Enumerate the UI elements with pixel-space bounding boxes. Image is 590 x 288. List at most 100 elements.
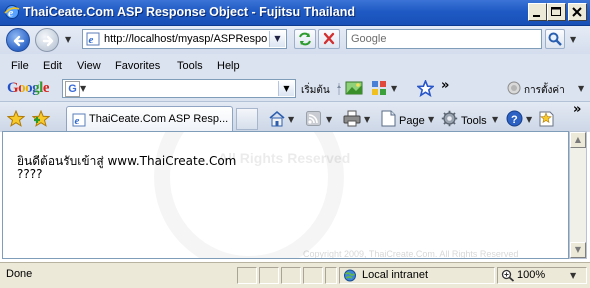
menu-tools[interactable]: Tools [177, 60, 203, 72]
home-dropdown[interactable]: ▼ [288, 115, 294, 124]
google-toolbar: Google G ▼ ▼ เริ่มต้น ▼ » การตั้งค่า ▼ [0, 76, 590, 101]
forward-button[interactable] [35, 28, 59, 52]
address-url[interactable]: http://localhost/myasp/ASPResponse.asp [104, 33, 268, 45]
maximize-icon [551, 7, 561, 16]
close-button[interactable] [568, 3, 587, 21]
zoom-magnifier-icon [501, 269, 515, 282]
zoom-level: 100% [517, 269, 546, 281]
refresh-button[interactable] [294, 29, 316, 49]
svg-text:e: e [89, 34, 94, 46]
svg-text:e: e [75, 115, 80, 127]
address-dropdown-icon[interactable]: ▼ [269, 31, 285, 47]
globe-icon [344, 269, 356, 282]
home-icon[interactable] [268, 110, 286, 127]
feeds-dropdown[interactable]: ▼ [326, 115, 332, 124]
google-history-dropdown[interactable]: ▼ [278, 81, 294, 96]
tab-page-icon: e [72, 113, 86, 127]
tab-bar: e ThaiCeate.Com ASP Resp... ▼ ▼ ▼ Page ▼… [0, 101, 590, 132]
settings-wrench-icon [507, 81, 521, 95]
menu-edit[interactable]: Edit [43, 60, 62, 72]
search-icon [548, 32, 562, 46]
page-menu-icon[interactable] [381, 110, 396, 127]
google-settings-dropdown[interactable]: ▼ [578, 84, 584, 93]
svg-text:?: ? [511, 114, 518, 126]
menu-view[interactable]: View [77, 60, 101, 72]
zoom-dropdown[interactable]: ▼ [570, 271, 576, 280]
navigation-bar: ▼ e http://localhost/myasp/ASPResponse.a… [0, 26, 590, 54]
status-cell-1 [237, 267, 257, 284]
image-search-icon[interactable] [345, 80, 363, 96]
vertical-scrollbar[interactable]: ▲ ▼ [569, 131, 587, 259]
page-menu-button[interactable]: Page [399, 115, 425, 127]
stop-x-icon [323, 32, 335, 45]
favorites-star-icon[interactable] [7, 110, 25, 127]
window-title: ThaiCeate.Com ASP Response Object - Fuji… [23, 5, 356, 19]
menu-favorites[interactable]: Favorites [115, 60, 160, 72]
minimize-button[interactable] [528, 3, 547, 21]
zoom-control[interactable]: 100% ▼ [497, 267, 587, 284]
forward-arrow-icon [42, 35, 54, 47]
address-bar[interactable]: e http://localhost/myasp/ASPResponse.asp… [82, 29, 287, 49]
toolbar-separator-icon [337, 83, 341, 95]
google-toolbar-more[interactable]: » [441, 78, 449, 93]
tools-menu-button[interactable]: Tools [461, 115, 487, 127]
refresh-icon [299, 32, 311, 46]
google-logo[interactable]: Google [7, 80, 50, 97]
search-options-dropdown[interactable]: ▼ [570, 35, 576, 44]
question-marks-text: ???? [17, 167, 43, 181]
help-dropdown[interactable]: ▼ [526, 115, 532, 124]
help-icon[interactable]: ? [506, 110, 523, 127]
scroll-down-button[interactable]: ▼ [570, 242, 586, 258]
maximize-button[interactable] [547, 3, 566, 21]
google-start-button[interactable]: เริ่มต้น [301, 83, 330, 98]
ie-logo-icon: e [4, 5, 20, 20]
back-button[interactable] [6, 28, 30, 52]
close-icon [572, 7, 582, 17]
status-text: Done [6, 268, 33, 280]
google-search-box[interactable]: G ▼ ▼ [62, 79, 296, 98]
page-content[interactable]: All Rights Reserved ยินดีต้อนรับเข้าสู่ … [2, 131, 569, 259]
watermark-copyright: Copyright 2009, ThaiCreate.Com. All Righ… [303, 249, 519, 259]
menu-file[interactable]: File [11, 60, 29, 72]
page-icon: e [86, 32, 100, 46]
back-arrow-icon [13, 35, 25, 47]
search-placeholder: Google [351, 33, 387, 45]
page-menu-dropdown[interactable]: ▼ [428, 115, 434, 124]
print-icon[interactable] [343, 110, 361, 127]
status-cell-2 [259, 267, 279, 284]
google-settings-button[interactable]: การตั้งค่า [524, 83, 565, 98]
security-zone-label: Local intranet [362, 269, 429, 281]
feeds-icon[interactable] [306, 111, 321, 126]
menu-help[interactable]: Help [217, 60, 240, 72]
tools-gear-icon[interactable] [441, 110, 458, 127]
recent-pages-dropdown[interactable]: ▼ [65, 35, 71, 44]
print-dropdown[interactable]: ▼ [364, 115, 370, 124]
tab-active[interactable]: e ThaiCeate.Com ASP Resp... [66, 106, 233, 132]
security-zone[interactable]: Local intranet [339, 267, 495, 284]
minimize-icon [533, 15, 540, 17]
research-icon[interactable] [539, 110, 555, 127]
bookmarks-icon[interactable] [370, 79, 388, 97]
star-icon[interactable] [417, 80, 434, 97]
status-cell-4 [303, 267, 323, 284]
menu-bar: File Edit View Favorites Tools Help [0, 57, 590, 76]
tab-label: ThaiCeate.Com ASP Resp... [89, 113, 229, 125]
add-favorite-icon[interactable] [32, 110, 50, 127]
browser-chrome: ▼ e http://localhost/myasp/ASPResponse.a… [0, 26, 590, 132]
bookmarks-dropdown[interactable]: ▼ [391, 84, 397, 93]
search-button[interactable] [545, 29, 565, 49]
scroll-up-button[interactable]: ▲ [570, 132, 586, 148]
stop-button[interactable] [318, 29, 340, 49]
status-bar: Done Local intranet 100% ▼ [0, 262, 590, 288]
new-tab-button[interactable] [236, 108, 258, 130]
command-bar-more[interactable]: » [573, 102, 581, 117]
google-g-icon: G [65, 81, 80, 97]
status-cell-5 [325, 267, 337, 284]
status-cell-3 [281, 267, 301, 284]
title-bar[interactable]: e ThaiCeate.Com ASP Response Object - Fu… [0, 0, 590, 26]
tools-menu-dropdown[interactable]: ▼ [492, 115, 498, 124]
google-engine-dropdown[interactable]: ▼ [80, 84, 86, 93]
search-box[interactable]: Google [346, 29, 542, 49]
watermark-text: All Rights Reserved [218, 150, 351, 166]
welcome-text: ยินดีต้อนรับเข้าสู่ www.ThaiCreate.Com [17, 154, 237, 168]
